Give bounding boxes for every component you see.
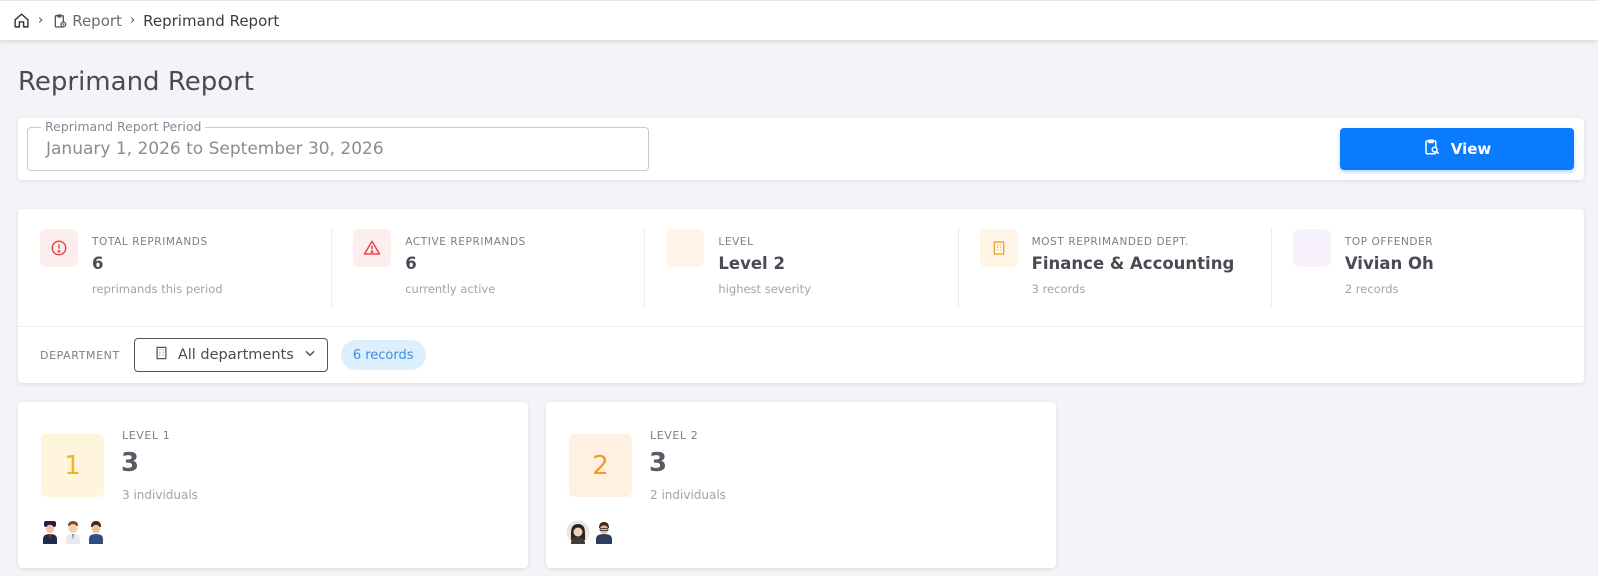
department-label: DEPARTMENT bbox=[40, 348, 120, 362]
stat-label: LEVEL bbox=[718, 236, 754, 248]
avatar-group bbox=[40, 520, 106, 544]
avatar-group bbox=[566, 520, 615, 544]
period-field[interactable]: Reprimand Report Period January 1, 2026 … bbox=[27, 119, 649, 171]
warning-triangle-icon bbox=[353, 229, 392, 267]
alert-circle-icon bbox=[40, 229, 78, 267]
stat-sub: currently active bbox=[405, 282, 496, 296]
avatar[interactable] bbox=[593, 520, 615, 544]
view-button-label: View bbox=[1450, 140, 1492, 158]
stat-sub: highest severity bbox=[718, 282, 811, 296]
chevron-right-icon: › bbox=[129, 13, 136, 28]
stat-value: 6 bbox=[405, 254, 417, 273]
stat-active-reprimands: ACTIVE REPRIMANDS 6 currently active bbox=[331, 209, 644, 326]
stat-sub: reprimands this period bbox=[92, 282, 223, 296]
stat-level: LEVEL Level 2 highest severity bbox=[644, 209, 957, 326]
page-title: Reprimand Report bbox=[18, 67, 255, 97]
chevron-down-icon bbox=[303, 346, 317, 364]
stat-value: Finance & Accounting bbox=[1031, 254, 1235, 273]
breadcrumb-report-link[interactable]: Report bbox=[51, 12, 122, 30]
avatar[interactable] bbox=[63, 520, 83, 544]
stat-total-reprimands: TOTAL REPRIMANDS 6 reprimands this perio… bbox=[18, 209, 331, 326]
building-icon bbox=[979, 229, 1018, 267]
stat-label: MOST REPRIMANDED DEPT. bbox=[1031, 236, 1189, 248]
level-count: 3 bbox=[121, 448, 140, 478]
department-select[interactable]: All departments bbox=[133, 338, 328, 372]
view-button[interactable]: View bbox=[1340, 128, 1574, 170]
avatar[interactable] bbox=[86, 520, 106, 544]
stat-value: Vivian Oh bbox=[1344, 254, 1434, 273]
stat-most-reprimanded-dept: MOST REPRIMANDED DEPT. Finance & Account… bbox=[957, 209, 1271, 326]
department-filter-row: DEPARTMENT All departments 6 records bbox=[18, 326, 1584, 383]
clipboard-search-icon bbox=[1423, 138, 1441, 160]
level-icon bbox=[666, 229, 705, 267]
breadcrumb: › Report › Reprimand Report bbox=[0, 0, 1598, 40]
report-icon bbox=[51, 12, 68, 29]
records-badge: 6 records bbox=[340, 340, 426, 370]
breadcrumb-current: Reprimand Report bbox=[143, 11, 280, 30]
stat-value: Level 2 bbox=[718, 254, 785, 273]
stat-top-offender: TOP OFFENDER Vivian Oh 2 records bbox=[1270, 209, 1584, 326]
period-value: January 1, 2026 to September 30, 2026 bbox=[46, 139, 384, 159]
level-1-card[interactable]: 1 LEVEL 1 3 3 individuals bbox=[18, 402, 528, 568]
department-select-value: All departments bbox=[177, 347, 294, 363]
stat-label: ACTIVE REPRIMANDS bbox=[405, 236, 526, 248]
offender-icon bbox=[1292, 229, 1331, 267]
stat-value: 6 bbox=[92, 254, 104, 273]
level-label: LEVEL 2 bbox=[650, 429, 699, 442]
level-badge: 1 bbox=[41, 434, 104, 497]
breadcrumb-report-label: Report bbox=[72, 11, 122, 30]
avatar[interactable] bbox=[566, 520, 590, 544]
level-count: 3 bbox=[649, 448, 668, 478]
stat-sub: 3 records bbox=[1031, 282, 1086, 296]
period-label: Reprimand Report Period bbox=[41, 119, 206, 134]
chevron-right-icon: › bbox=[38, 13, 44, 28]
stat-sub: 2 records bbox=[1344, 282, 1399, 296]
stat-label: TOP OFFENDER bbox=[1344, 236, 1434, 248]
building-icon bbox=[154, 345, 169, 365]
level-label: LEVEL 1 bbox=[122, 429, 171, 442]
level-2-card[interactable]: 2 LEVEL 2 3 2 individuals bbox=[546, 402, 1056, 568]
avatar[interactable] bbox=[40, 520, 60, 544]
level-sub: 3 individuals bbox=[122, 488, 198, 502]
level-sub: 2 individuals bbox=[650, 488, 726, 502]
stat-label: TOTAL REPRIMANDS bbox=[92, 236, 208, 248]
period-card: Reprimand Report Period January 1, 2026 … bbox=[18, 118, 1584, 180]
home-icon[interactable] bbox=[13, 12, 30, 29]
level-badge: 2 bbox=[569, 434, 632, 497]
stats-card: TOTAL REPRIMANDS 6 reprimands this perio… bbox=[18, 209, 1584, 383]
